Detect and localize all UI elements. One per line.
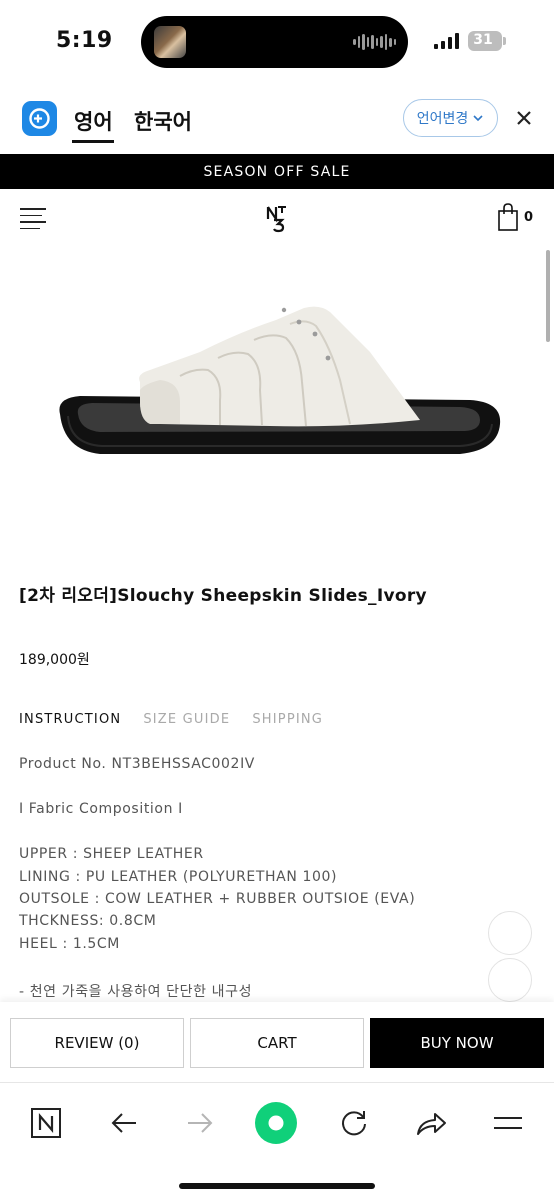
sale-banner-text: SEASON OFF SALE xyxy=(203,163,351,180)
product-image[interactable] xyxy=(40,290,514,480)
close-icon[interactable] xyxy=(512,106,536,130)
scrollbar[interactable] xyxy=(546,250,550,342)
action-bar: REVIEW (0) CART BUY NOW xyxy=(0,1002,554,1082)
hamburger-menu-icon[interactable] xyxy=(20,208,46,229)
site-logo[interactable] xyxy=(266,203,288,233)
product-title: [2차 리오더]Slouchy Sheepskin Slides_Ivory xyxy=(19,586,427,606)
battery-level: 31 xyxy=(473,32,493,48)
change-language-label: 언어변경 xyxy=(416,111,469,127)
naver-n-icon[interactable] xyxy=(24,1101,68,1145)
shopping-bag-icon[interactable] xyxy=(497,202,519,232)
active-tab-indicator xyxy=(72,140,114,143)
cellular-signal-icon xyxy=(434,33,459,49)
audio-wave-icon xyxy=(353,33,396,51)
home-indicator xyxy=(179,1183,375,1189)
spec-line: UPPER : SHEEP LEATHER xyxy=(19,846,204,862)
menu-icon[interactable] xyxy=(486,1101,530,1145)
tab-size-guide[interactable]: SIZE GUIDE xyxy=(143,712,230,727)
spec-line: THCKNESS: 0.8CM xyxy=(19,913,157,929)
composition-heading: I Fabric Composition I xyxy=(19,801,183,817)
review-button[interactable]: REVIEW (0) xyxy=(10,1018,184,1068)
forward-arrow-icon[interactable] xyxy=(178,1101,222,1145)
status-bar: 5:19 31 xyxy=(0,0,554,84)
browser-toolbar xyxy=(0,1082,554,1200)
spec-line: OUTSOLE : COW LEATHER + RUBBER OUTSIOE (… xyxy=(19,891,416,907)
battery-icon: 31 xyxy=(468,31,506,51)
tab-shipping[interactable]: SHIPPING xyxy=(252,712,323,727)
sale-banner[interactable]: SEASON OFF SALE xyxy=(0,154,554,189)
change-language-button[interactable]: 언어변경 xyxy=(403,99,498,137)
translation-bar: 영어 한국어 언어변경 xyxy=(0,84,554,154)
now-playing-artwork xyxy=(154,26,186,58)
tab-korean[interactable]: 한국어 xyxy=(134,106,192,136)
cart-button[interactable]: CART xyxy=(190,1018,364,1068)
back-arrow-icon[interactable] xyxy=(102,1101,146,1145)
tab-english[interactable]: 영어 xyxy=(74,106,113,136)
description-note: - 천연 가죽을 사용하여 단단한 내구성 xyxy=(19,984,253,1000)
product-number: Product No. NT3BEHSSAC002IV xyxy=(19,756,255,772)
status-time: 5:19 xyxy=(56,28,113,53)
spec-line: HEEL : 1.5CM xyxy=(19,936,120,952)
tab-instruction[interactable]: INSTRUCTION xyxy=(19,712,121,727)
chevron-down-icon xyxy=(473,115,483,122)
share-icon[interactable] xyxy=(409,1101,453,1145)
product-price: 189,000원 xyxy=(19,652,90,668)
cart-count: 0 xyxy=(524,210,534,225)
floating-button[interactable] xyxy=(488,911,532,955)
site-header: 0 xyxy=(0,189,554,249)
translator-app-icon xyxy=(22,101,57,136)
product-tabs: INSTRUCTION SIZE GUIDE SHIPPING xyxy=(19,712,345,727)
green-dot-icon[interactable] xyxy=(254,1101,298,1145)
dynamic-island[interactable] xyxy=(141,16,408,68)
buy-now-button[interactable]: BUY NOW xyxy=(370,1018,544,1068)
spec-line: LINING : PU LEATHER (POLYURETHAN 100) xyxy=(19,869,338,885)
floating-button[interactable] xyxy=(488,958,532,1002)
reload-icon[interactable] xyxy=(332,1101,376,1145)
